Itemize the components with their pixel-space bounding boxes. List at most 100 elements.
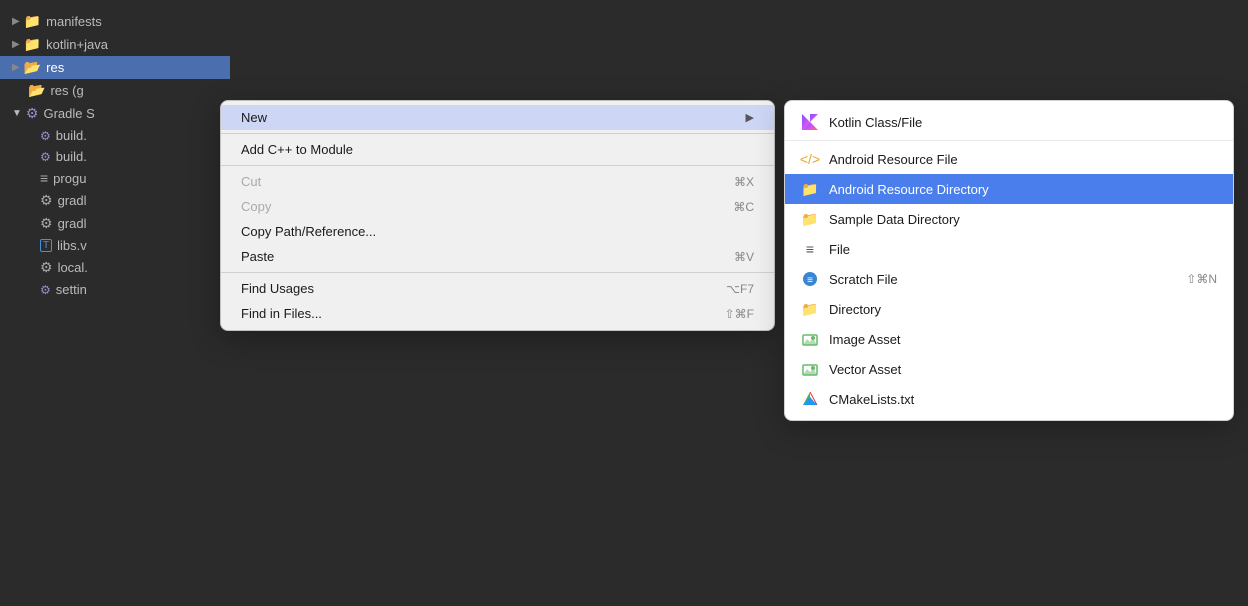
submenu-item-android-resource-file[interactable]: </> Android Resource File bbox=[785, 144, 1233, 174]
sidebar-item-res-g[interactable]: 📂 res (g bbox=[0, 79, 230, 102]
submenu-item-directory[interactable]: 📁 Directory bbox=[785, 294, 1233, 324]
sidebar-item-manifests[interactable]: ▶ 📁 manifests bbox=[0, 10, 230, 33]
folder-outline-icon: 📁 bbox=[801, 210, 819, 228]
sidebar-item-label: libs.v bbox=[57, 238, 87, 253]
sidebar-item-label: settin bbox=[56, 282, 87, 297]
sidebar-item-build1[interactable]: ⚙ build. bbox=[0, 125, 230, 146]
folder-icon: 📁 bbox=[24, 13, 41, 30]
sidebar-item-label: Gradle S bbox=[43, 106, 94, 121]
android-resource-file-icon: </> bbox=[801, 150, 819, 168]
submenu-separator bbox=[785, 140, 1233, 141]
shortcut-label: ⌥F7 bbox=[726, 282, 754, 296]
scratch-file-icon: ≡ bbox=[801, 270, 819, 288]
folder-orange-icon: 📂 bbox=[28, 82, 45, 99]
gradle-small-icon: ⚙ bbox=[40, 283, 51, 297]
submenu-item-label: Vector Asset bbox=[829, 362, 901, 377]
cmake-icon bbox=[801, 390, 819, 408]
submenu-item-left: Image Asset bbox=[801, 330, 901, 348]
submenu-item-vector-asset[interactable]: Vector Asset bbox=[785, 354, 1233, 384]
submenu-item-left: 📁 Directory bbox=[801, 300, 881, 318]
sidebar-item-label: manifests bbox=[46, 14, 102, 29]
submenu-item-cmakelists[interactable]: CMakeLists.txt bbox=[785, 384, 1233, 414]
sidebar-item-libs[interactable]: T libs.v bbox=[0, 235, 230, 256]
sidebar: ▶ 📁 manifests ▶ 📁 kotlin+java ▶ 📂 res 📂 … bbox=[0, 0, 230, 606]
folder-icon: 📁 bbox=[24, 36, 41, 53]
kotlin-icon bbox=[801, 113, 819, 131]
submenu-item-scratch-file[interactable]: ≡ Scratch File ⇧⌘N bbox=[785, 264, 1233, 294]
sidebar-item-label: local. bbox=[58, 260, 88, 275]
menu-item-label: Cut bbox=[241, 174, 261, 189]
submenu-item-left: 📁 Sample Data Directory bbox=[801, 210, 960, 228]
submenu-item-left: 📁 Android Resource Directory bbox=[801, 180, 989, 198]
shortcut-label: ⇧⌘N bbox=[1186, 272, 1217, 286]
submenu-item-android-resource-directory[interactable]: 📁 Android Resource Directory bbox=[785, 174, 1233, 204]
sidebar-item-label: progu bbox=[53, 171, 86, 186]
submenu-item-left: </> Android Resource File bbox=[801, 150, 958, 168]
submenu-item-label: Android Resource File bbox=[829, 152, 958, 167]
menu-item-label: New bbox=[241, 110, 267, 125]
gradle-icon: ⚙ bbox=[26, 105, 39, 122]
menu-separator bbox=[221, 133, 774, 134]
submenu-item-label: Android Resource Directory bbox=[829, 182, 989, 197]
chevron-icon: ▶ bbox=[12, 16, 20, 27]
menu-item-copy[interactable]: Copy ⌘C bbox=[221, 194, 774, 219]
submenu-item-label: Kotlin Class/File bbox=[829, 115, 922, 130]
menu-item-add-cpp[interactable]: Add C++ to Module bbox=[221, 137, 774, 162]
sidebar-item-gradle1[interactable]: ⚙ gradl bbox=[0, 189, 230, 212]
sidebar-item-settin[interactable]: ⚙ settin bbox=[0, 279, 230, 300]
menu-item-label: Copy Path/Reference... bbox=[241, 224, 376, 239]
folder-outline-icon: 📁 bbox=[801, 180, 819, 198]
sidebar-item-build2[interactable]: ⚙ build. bbox=[0, 146, 230, 167]
context-menu: New ▶ Add C++ to Module Cut ⌘X Copy ⌘C C… bbox=[220, 100, 775, 331]
menu-item-label: Add C++ to Module bbox=[241, 142, 353, 157]
sidebar-item-label: build. bbox=[56, 128, 87, 143]
menu-separator bbox=[221, 272, 774, 273]
image-asset-icon bbox=[801, 330, 819, 348]
settings-icon: ⚙ bbox=[40, 215, 53, 232]
sidebar-item-label: res bbox=[46, 60, 64, 75]
gradle-small-icon: ⚙ bbox=[40, 129, 51, 143]
menu-item-find-in-files[interactable]: Find in Files... ⇧⌘F bbox=[221, 301, 774, 326]
menu-item-cut[interactable]: Cut ⌘X bbox=[221, 169, 774, 194]
submenu-item-image-asset[interactable]: Image Asset bbox=[785, 324, 1233, 354]
submenu-item-label: Image Asset bbox=[829, 332, 901, 347]
menu-item-paste[interactable]: Paste ⌘V bbox=[221, 244, 774, 269]
settings-icon: ⚙ bbox=[40, 192, 53, 209]
shortcut-label: ⌘V bbox=[734, 250, 754, 264]
sidebar-item-res[interactable]: ▶ 📂 res bbox=[0, 56, 230, 79]
submenu-item-label: Directory bbox=[829, 302, 881, 317]
chevron-icon: ▼ bbox=[12, 108, 22, 119]
file-lines-icon: ≡ bbox=[801, 240, 819, 258]
menu-item-label: Paste bbox=[241, 249, 274, 264]
sidebar-item-kotlin-java[interactable]: ▶ 📁 kotlin+java bbox=[0, 33, 230, 56]
submenu-item-label: Scratch File bbox=[829, 272, 898, 287]
menu-item-copy-path[interactable]: Copy Path/Reference... bbox=[221, 219, 774, 244]
libs-icon: T bbox=[40, 239, 52, 252]
submenu-item-file[interactable]: ≡ File bbox=[785, 234, 1233, 264]
chevron-icon: ▶ bbox=[12, 62, 20, 73]
sidebar-item-local[interactable]: ⚙ local. bbox=[0, 256, 230, 279]
sidebar-item-label: build. bbox=[56, 149, 87, 164]
sidebar-item-gradle2[interactable]: ⚙ gradl bbox=[0, 212, 230, 235]
submenu-item-left: Kotlin Class/File bbox=[801, 113, 922, 131]
submenu-item-left: Vector Asset bbox=[801, 360, 901, 378]
submenu-arrow-icon: ▶ bbox=[746, 111, 754, 124]
sidebar-item-label: res (g bbox=[50, 83, 83, 98]
settings-icon: ⚙ bbox=[40, 259, 53, 276]
sidebar-item-progu[interactable]: ≡ progu bbox=[0, 167, 230, 189]
text-file-icon: ≡ bbox=[40, 170, 48, 186]
menu-item-label: Copy bbox=[241, 199, 271, 214]
submenu-item-kotlin-class[interactable]: Kotlin Class/File bbox=[785, 107, 1233, 137]
sidebar-item-gradle-scripts[interactable]: ▼ ⚙ Gradle S bbox=[0, 102, 230, 125]
chevron-icon: ▶ bbox=[12, 39, 20, 50]
submenu-item-left: ≡ Scratch File bbox=[801, 270, 898, 288]
submenu-item-sample-data-directory[interactable]: 📁 Sample Data Directory bbox=[785, 204, 1233, 234]
menu-item-new[interactable]: New ▶ bbox=[221, 105, 774, 130]
submenu-item-label: CMakeLists.txt bbox=[829, 392, 914, 407]
submenu: Kotlin Class/File </> Android Resource F… bbox=[784, 100, 1234, 421]
submenu-item-label: File bbox=[829, 242, 850, 257]
submenu-item-left: ≡ File bbox=[801, 240, 850, 258]
folder-orange-icon: 📂 bbox=[24, 59, 41, 76]
sidebar-item-label: gradl bbox=[58, 216, 87, 231]
menu-item-find-usages[interactable]: Find Usages ⌥F7 bbox=[221, 276, 774, 301]
